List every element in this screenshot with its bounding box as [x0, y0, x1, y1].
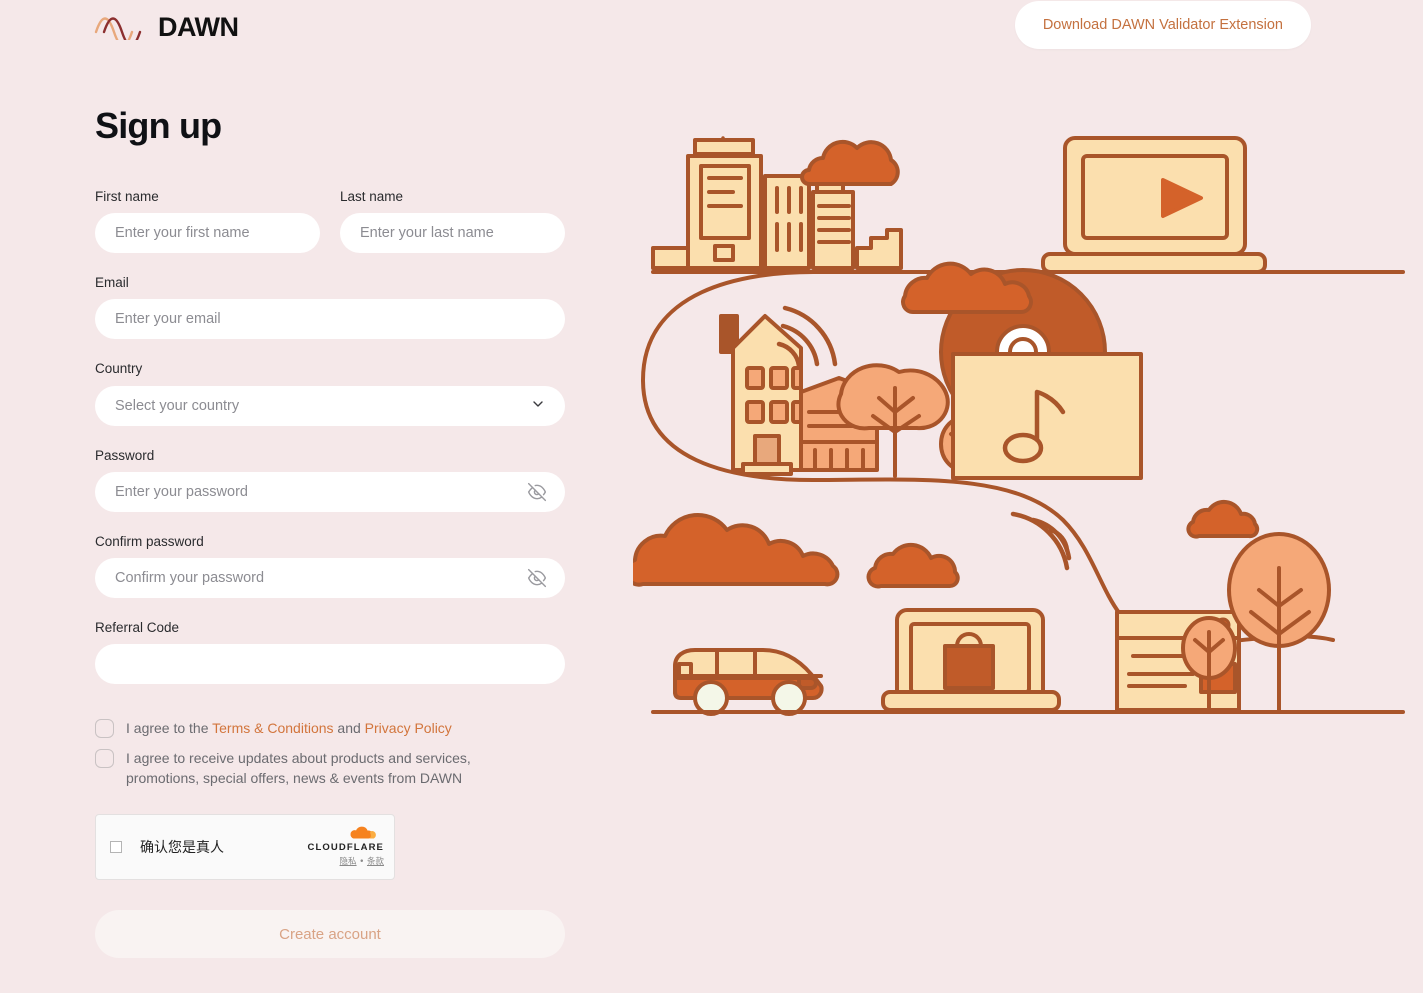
terms-checkbox[interactable] [95, 719, 114, 739]
cloudflare-cloud-icon [294, 824, 384, 841]
chevron-down-icon [531, 397, 545, 415]
last-name-field: Last name [340, 189, 565, 254]
logo-text: DAWN [158, 12, 239, 42]
page-header: DAWN Download DAWN Validator Extension [0, 0, 1423, 56]
terms-conditions-link[interactable]: Terms & Conditions [212, 720, 333, 736]
turnstile-links: 隐私 • 条款 [294, 855, 384, 867]
country-field: Country Select your country [95, 361, 565, 426]
cloud-top [800, 139, 900, 186]
smart-city-connectivity-illustration [624, 120, 1423, 720]
turnstile-label: 确认您是真人 [140, 840, 224, 857]
terms-text: I agree to the Terms & Conditions and Pr… [126, 718, 452, 738]
agreements-group: I agree to the Terms & Conditions and Pr… [95, 718, 565, 788]
marketing-text: I agree to receive updates about product… [126, 750, 471, 787]
confirm-password-input[interactable] [95, 557, 565, 598]
download-validator-extension-button[interactable]: Download DAWN Validator Extension [1014, 1, 1311, 49]
page-title: Sign up [95, 105, 222, 146]
last-name-label: Last name [340, 189, 404, 204]
wifi-arcs-right [1010, 511, 1072, 571]
email-label: Email [95, 275, 129, 291]
terms-text-middle: and [333, 720, 365, 737]
name-row: First name Last name [95, 189, 565, 254]
privacy-policy-link[interactable]: Privacy Policy [365, 720, 452, 736]
turnstile-checkbox[interactable] [110, 841, 122, 854]
cloud-small-right [1186, 499, 1260, 539]
laptop-with-play-button [1041, 136, 1267, 274]
cloudflare-wordmark: CLOUDFLARE [307, 842, 384, 854]
marketing-checkbox[interactable] [95, 749, 114, 769]
create-account-button[interactable]: Create account [95, 910, 565, 959]
confirm-password-field: Confirm password [95, 534, 565, 598]
country-select[interactable]: Select your country [95, 385, 565, 426]
first-name-label: First name [95, 189, 159, 204]
password-input[interactable] [95, 471, 565, 512]
referral-code-label: Referral Code [95, 619, 180, 635]
turnstile-privacy-link[interactable]: 隐私 [340, 857, 357, 867]
signup-form: Sign up First name Last name Email Count… [95, 105, 565, 959]
eye-off-icon[interactable] [527, 482, 547, 502]
country-select-value: Select your country [115, 397, 240, 414]
agreement-row-marketing: I agree to receive updates about product… [95, 748, 565, 788]
password-field: Password [95, 448, 565, 512]
cloud-bottom-left [624, 512, 840, 587]
country-label: Country [95, 361, 143, 377]
wave-logo-icon [94, 10, 154, 47]
agreement-row-terms: I agree to the Terms & Conditions and Pr… [95, 718, 565, 739]
dawn-logo[interactable]: DAWN [94, 10, 239, 47]
turnstile-separator: • [356, 857, 367, 868]
last-name-input[interactable] [340, 213, 565, 254]
eye-off-icon[interactable] [527, 568, 547, 588]
laptop-with-shopping-bag [881, 608, 1061, 712]
email-input[interactable] [95, 299, 565, 340]
first-name-input[interactable] [95, 213, 320, 254]
referral-code-field: Referral Code [95, 619, 565, 685]
password-label: Password [95, 447, 155, 463]
referral-code-input[interactable] [95, 644, 565, 685]
email-field: Email [95, 275, 565, 340]
cloudflare-turnstile-widget[interactable]: 确认您是真人 CLOUDFLARE 隐私 • 条款 [95, 814, 395, 881]
terms-text-before: I agree to the [126, 720, 213, 737]
confirm-password-label: Confirm password [95, 533, 204, 549]
cloud-bottom-small [866, 542, 960, 589]
first-name-field: First name [95, 189, 320, 254]
turnstile-branding: CLOUDFLARE 隐私 • 条款 [294, 824, 384, 867]
turnstile-terms-link[interactable]: 条款 [367, 857, 384, 867]
